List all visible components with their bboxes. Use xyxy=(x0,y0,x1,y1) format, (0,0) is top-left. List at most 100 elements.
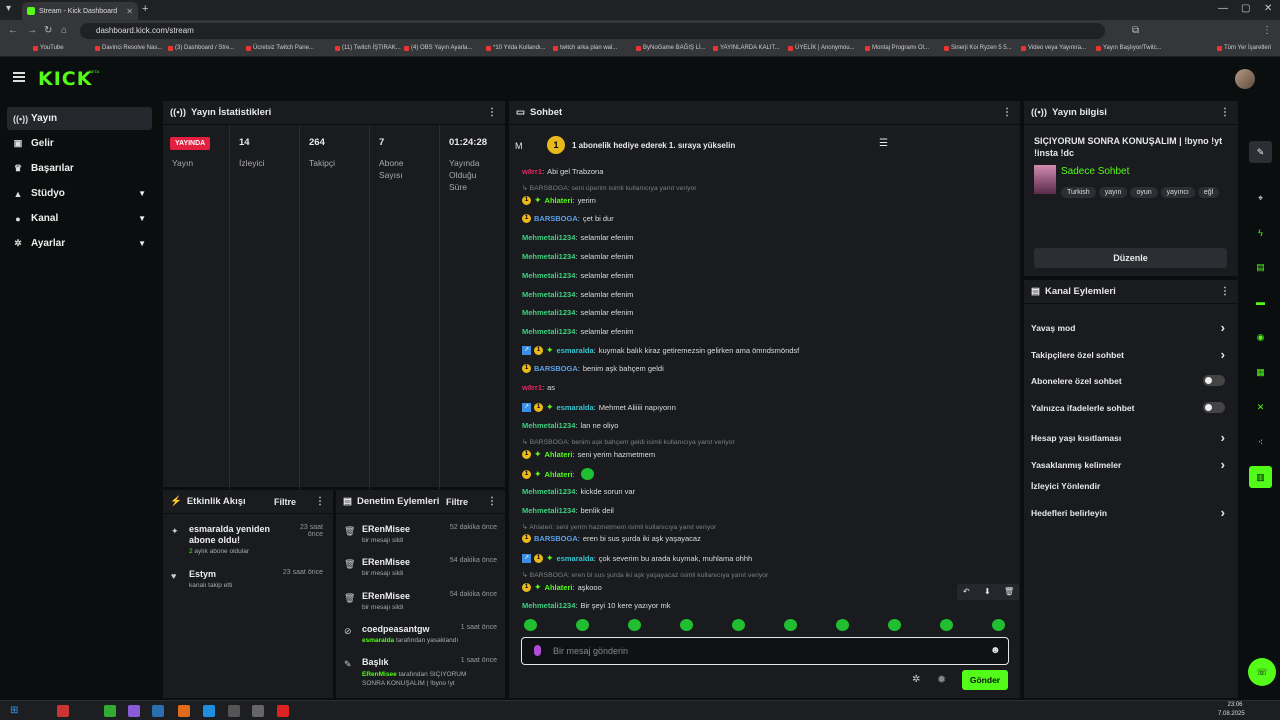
chat-username[interactable]: Ahlateri xyxy=(545,450,573,459)
filter-button[interactable]: Filtre xyxy=(446,497,468,507)
support-icon[interactable]: ☏ xyxy=(1248,658,1276,686)
bookmark-item[interactable]: *10 Yılda Kullandı... xyxy=(486,45,546,51)
bookmark-item[interactable]: YouTube xyxy=(33,45,64,51)
bookmark-item[interactable]: twitch arka plan wal... xyxy=(553,45,617,51)
chat-message[interactable]: Mehmetali1234: Bir şeyi 10 kere yazıyor m… xyxy=(522,601,671,610)
send-button[interactable]: Gönder xyxy=(962,670,1008,690)
emote-icon[interactable] xyxy=(888,619,901,631)
new-tab-icon[interactable]: + xyxy=(142,3,148,15)
chat-message[interactable]: Mehmetali1234: selamlar efenim xyxy=(522,233,633,242)
chat-input[interactable]: Bir mesaj gönderin ☻ xyxy=(521,637,1009,665)
minimize-icon[interactable]: — xyxy=(1218,3,1228,14)
bookmark-item[interactable]: ByNoGame BAĞIŞ Lİ... xyxy=(636,45,706,51)
avatar[interactable] xyxy=(1235,69,1255,89)
taskbar-app-icon[interactable] xyxy=(203,705,215,717)
apps-icon[interactable]: ⁖ xyxy=(1249,431,1272,453)
chat-username[interactable]: w8rr1 xyxy=(522,383,542,392)
url-field[interactable]: dashboard.kick.com/stream xyxy=(80,23,1105,39)
tab-search-icon[interactable]: ▾ xyxy=(6,3,11,14)
pin-icon[interactable]: ⬇ xyxy=(984,587,991,596)
more-options-icon[interactable]: ⋮ xyxy=(487,107,497,118)
reload-icon[interactable]: ↻ xyxy=(44,25,52,36)
filter-button[interactable]: Filtre xyxy=(274,497,296,507)
chat-username[interactable]: esmaralda xyxy=(557,346,594,355)
chat-username[interactable]: Mehmetali1234 xyxy=(522,601,575,610)
emote-icon[interactable] xyxy=(524,619,537,631)
chat-message[interactable]: w8rr1: as xyxy=(522,383,555,392)
emote-icon[interactable] xyxy=(576,619,589,631)
chat-message[interactable]: ↗ 1 ✦ esmaralda: kuymak balık kiraz getireme… xyxy=(522,345,799,356)
more-options-icon[interactable]: ⋮ xyxy=(315,496,325,507)
pinned-banner[interactable]: M 1 1 abonelik hediye ederek 1. sıraya y… xyxy=(509,127,1020,165)
bookmark-item[interactable]: YAYINLARDA KALIT... xyxy=(713,45,779,51)
more-options-icon[interactable]: ⋮ xyxy=(1220,107,1230,118)
document-icon[interactable]: ▤ xyxy=(1249,256,1272,278)
chat-message[interactable]: Mehmetali1234: selamlar efenim xyxy=(522,290,633,299)
emote-icon[interactable] xyxy=(680,619,693,631)
chat-username[interactable]: Ahlateri xyxy=(545,470,573,479)
chat-username[interactable]: esmaralda xyxy=(557,403,594,412)
bookmark-item[interactable]: Montaj Programı Ol... xyxy=(865,45,929,51)
chat-message[interactable]: Mehmetali1234: selamlar efenim xyxy=(522,252,633,261)
chat-message[interactable]: Mehmetali1234: selamlar efenim xyxy=(522,271,633,280)
chat-icon[interactable]: ▬ xyxy=(1249,291,1272,313)
focus-icon[interactable]: ⌖ xyxy=(1249,187,1272,209)
sidebar-item-yayin[interactable]: ((•)) Yayın xyxy=(7,107,152,130)
emote-icon[interactable] xyxy=(628,619,641,631)
leaderboard-icon[interactable]: ☰ xyxy=(879,138,888,149)
taskbar-app-icon[interactable] xyxy=(128,705,140,717)
chat-username[interactable]: Mehmetali1234 xyxy=(522,308,575,317)
chat-message[interactable]: Mehmetali1234: lan ne oliyo xyxy=(522,421,618,430)
taskbar-app-icon[interactable] xyxy=(228,705,240,717)
sidebar-item-ayarlar[interactable]: ✲ Ayarlar ▼ xyxy=(7,232,152,255)
category-name[interactable]: Sadece Sohbet xyxy=(1061,166,1129,177)
chat-username[interactable]: Ahlateri xyxy=(545,196,573,205)
taskbar-app-icon[interactable] xyxy=(57,705,69,717)
reply-icon[interactable]: ↶ xyxy=(963,587,970,596)
emote-icon[interactable] xyxy=(992,619,1005,631)
emote-icon[interactable] xyxy=(784,619,797,631)
bookmark-item[interactable]: Tüm Yer İşaretleri xyxy=(1217,45,1271,51)
calendar-icon[interactable]: ▦ xyxy=(1249,361,1272,383)
emote-icon[interactable] xyxy=(940,619,953,631)
taskbar-steam-icon[interactable] xyxy=(152,705,164,717)
chat-username[interactable]: Mehmetali1234 xyxy=(522,327,575,336)
toggle-switch[interactable] xyxy=(1203,402,1225,413)
menu-icon[interactable] xyxy=(13,72,25,82)
chat-message[interactable]: 1 ✦ Ahlateri: seni yerim hazmetmem xyxy=(522,449,655,460)
chat-username[interactable]: Ahlateri xyxy=(545,583,573,592)
browser-menu-icon[interactable]: ⋮ xyxy=(1262,25,1272,36)
broadcast-icon[interactable]: ◉ xyxy=(1249,326,1272,348)
close-window-icon[interactable]: ✕ xyxy=(1264,3,1272,14)
bookmark-item[interactable]: Ücretsiz Twitch Pane... xyxy=(246,45,314,51)
maximize-icon[interactable]: ▢ xyxy=(1241,3,1250,14)
chat-settings-icon[interactable]: ✲ xyxy=(912,674,920,685)
taskbar-app-icon[interactable] xyxy=(252,705,264,717)
sidebar-item-studyo[interactable]: ▲ Stüdyo ▼ xyxy=(7,182,152,205)
home-icon[interactable]: ⌂ xyxy=(61,25,67,36)
kick-logo[interactable]: KICK xyxy=(38,68,92,90)
chat-message[interactable]: Mehmetali1234: kickde sorun var xyxy=(522,487,635,496)
taskbar-app-icon[interactable] xyxy=(178,705,190,717)
extensions-icon[interactable]: ⧉ xyxy=(1132,25,1139,36)
mic-icon[interactable] xyxy=(534,645,541,656)
channel-action-item[interactable]: İzleyici Yönlendir xyxy=(1031,481,1225,491)
channel-action-item[interactable]: Yavaş mod › xyxy=(1031,320,1225,335)
chat-message[interactable]: Mehmetali1234: selamlar efenim xyxy=(522,308,633,317)
chat-message[interactable]: 1 ✦ Ahlateri: yerim xyxy=(522,195,596,206)
bookmark-item[interactable]: Sinerji Koi Ryzen 5 5... xyxy=(944,45,1012,51)
chat-message[interactable]: Mehmetali1234: selamlar efenim xyxy=(522,327,633,336)
bookmark-item[interactable]: Video veya Yayınıra... xyxy=(1021,45,1086,51)
chat-username[interactable]: Mehmetali1234 xyxy=(522,233,575,242)
chat-mod-icon[interactable]: ✹ xyxy=(937,673,946,686)
stats-icon[interactable]: ▥ xyxy=(1249,466,1272,488)
chat-message[interactable]: w8rr1: Abi gel Trabzona xyxy=(522,167,603,176)
bookmark-item[interactable]: (3) Dashboard / Stre... xyxy=(168,45,234,51)
taskbar-opera-icon[interactable] xyxy=(277,705,289,717)
lightning-icon[interactable]: ϟ xyxy=(1249,222,1272,244)
chat-username[interactable]: Mehmetali1234 xyxy=(522,290,575,299)
channel-action-item[interactable]: Takipçilere özel sohbet › xyxy=(1031,347,1225,362)
chat-username[interactable]: esmaralda xyxy=(557,554,594,563)
emote-icon[interactable] xyxy=(732,619,745,631)
chat-username[interactable]: Mehmetali1234 xyxy=(522,506,575,515)
